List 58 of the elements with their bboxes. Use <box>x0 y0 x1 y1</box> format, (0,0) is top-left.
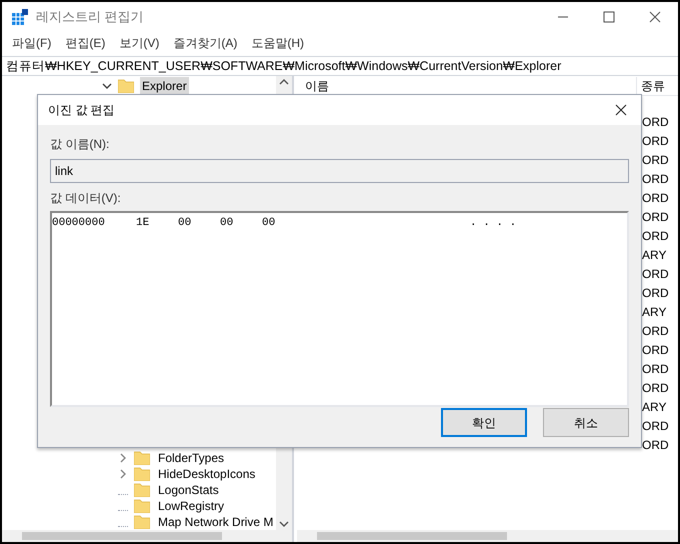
type-cell-text: ORD <box>642 152 669 168</box>
window-title: 레지스트리 편집기 <box>36 8 144 26</box>
value-data-field[interactable]: 00000000 1E 00 00 00 . . . . <box>50 211 629 407</box>
data-offset: 00000000 <box>52 216 106 231</box>
type-cell-text: ORD <box>642 208 669 226</box>
data-byte: 00 <box>220 216 234 231</box>
column-header[interactable]: 종류 <box>637 76 665 94</box>
tree-item[interactable]: LowRegistry <box>156 497 226 515</box>
dialog-button[interactable]: 취소 <box>543 408 629 437</box>
scroll-down-icon[interactable] <box>279 520 289 528</box>
type-cell-text: ORD <box>642 284 669 302</box>
menu-item[interactable]: 도움말(H) <box>251 34 304 52</box>
menu-item[interactable]: 즐겨찾기(A) <box>173 34 238 52</box>
folder-icon <box>134 499 150 513</box>
registry-app-icon <box>12 9 28 25</box>
chevron-down-icon[interactable] <box>102 81 112 91</box>
tree-item[interactable]: LogonStats <box>156 481 221 499</box>
dialog-button[interactable]: 확인 <box>441 408 527 437</box>
field-label: 값 데이터(V): <box>50 190 122 207</box>
field-label: 값 이름(N): <box>50 136 110 153</box>
tree-item[interactable]: Explorer <box>140 77 189 95</box>
folder-icon <box>134 451 150 465</box>
type-cell-text: ORD <box>642 266 669 282</box>
data-ascii: . . . . <box>470 216 516 231</box>
type-cell-text: ORD <box>642 170 669 188</box>
type-cell-text: ORD <box>642 132 669 150</box>
type-cell-text: ARY <box>642 304 666 320</box>
horizontal-scrollbar[interactable] <box>297 530 678 542</box>
type-cell-text: ORD <box>642 114 669 130</box>
type-cell-text: ORD <box>642 360 669 378</box>
type-cell-text: ARY <box>642 398 666 416</box>
type-cell-text: ORD <box>642 436 669 454</box>
type-cell-text: ORD <box>642 322 669 340</box>
menu-item[interactable]: 파일(F) <box>12 34 52 52</box>
tree-item[interactable]: FolderTypes <box>156 449 226 467</box>
type-cell-text: ORD <box>642 228 669 244</box>
type-cell-text: ORD <box>642 190 669 206</box>
maximize-icon[interactable] <box>603 11 615 23</box>
folder-icon <box>134 467 150 481</box>
value-name-field[interactable]: link <box>50 159 629 183</box>
type-cell-text: ARY <box>642 246 666 264</box>
type-cell-text: ORD <box>642 418 669 434</box>
dialog-title: 이진 값 편집 <box>48 102 115 119</box>
data-byte: 00 <box>262 216 276 231</box>
address-field[interactable]: 컴퓨터₩HKEY_CURRENT_USER₩SOFTWARE₩Microsoft₩Windows₩CurrentVersion₩Explorer <box>6 56 562 76</box>
horizontal-scrollbar[interactable] <box>2 530 292 542</box>
data-byte: 1E <box>136 216 150 231</box>
tree-item[interactable]: Map Network Drive M <box>156 513 276 531</box>
scroll-up-icon[interactable] <box>279 78 289 86</box>
tree-item[interactable]: HideDesktopIcons <box>156 465 258 483</box>
close-icon[interactable] <box>615 104 627 116</box>
menu-item[interactable]: 보기(V) <box>119 34 160 52</box>
type-cell-text: ORD <box>642 342 669 358</box>
data-byte: 00 <box>178 216 192 231</box>
menu-item[interactable]: 편집(E) <box>65 34 106 52</box>
type-cell-text: ORD <box>642 380 669 396</box>
close-icon[interactable] <box>649 11 661 23</box>
folder-icon <box>134 483 150 497</box>
